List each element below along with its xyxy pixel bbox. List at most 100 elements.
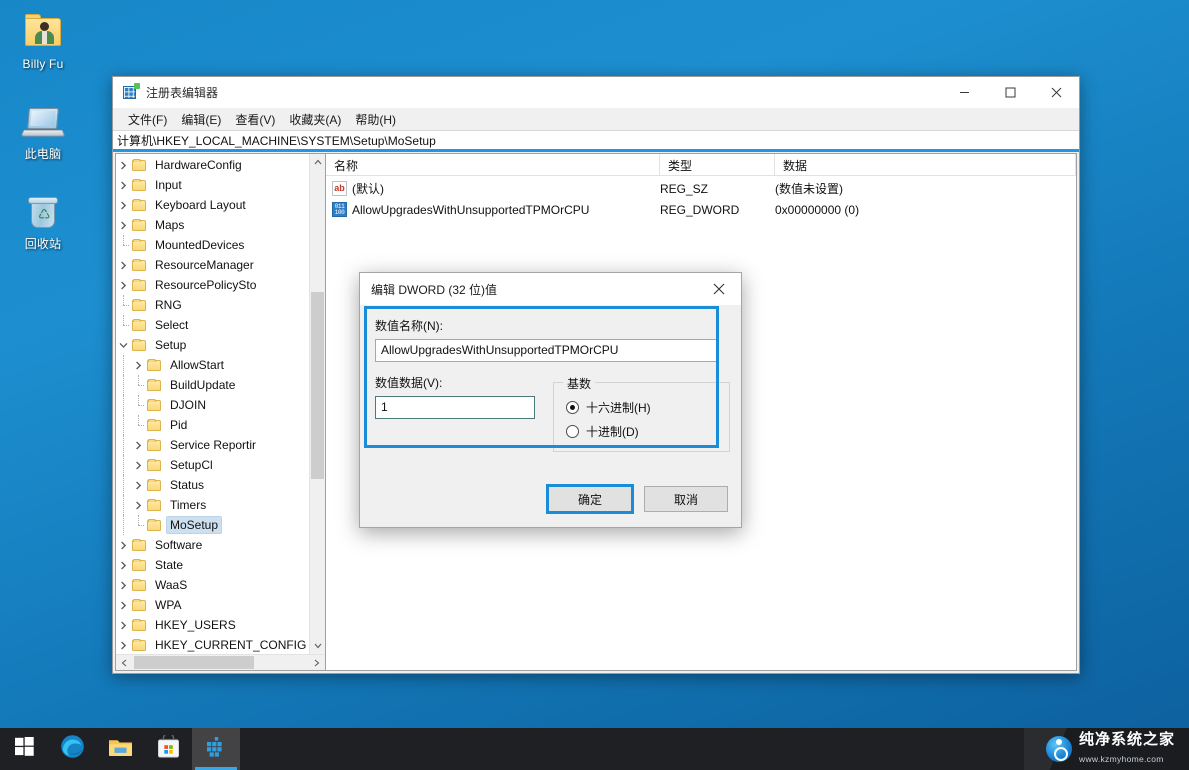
desktop-icon-billy-fu[interactable]: Billy Fu <box>0 6 86 88</box>
folder-icon <box>131 578 148 592</box>
tree-item-label: RNG <box>155 298 182 312</box>
column-header-type[interactable]: 类型 <box>660 154 775 176</box>
tree-item-maps[interactable]: Maps <box>116 215 309 235</box>
menu-bar: 文件(F) 编辑(E) 查看(V) 收藏夹(A) 帮助(H) <box>113 108 1079 130</box>
tree-item-pid[interactable]: Pid <box>116 415 309 435</box>
tree-item-wpa[interactable]: WPA <box>116 595 309 615</box>
chevron-right-icon[interactable] <box>116 175 131 195</box>
registry-editor-button[interactable] <box>192 728 240 770</box>
chevron-right-icon[interactable] <box>116 595 131 615</box>
value-row[interactable]: (默认) REG_SZ (数值未设置) <box>326 178 1076 199</box>
tree-item-state[interactable]: State <box>116 555 309 575</box>
ok-button[interactable]: 确定 <box>546 484 634 514</box>
tree-item-input[interactable]: Input <box>116 175 309 195</box>
tree-item-waas[interactable]: WaaS <box>116 575 309 595</box>
dialog-title-bar[interactable]: 编辑 DWORD (32 位)值 <box>360 273 741 305</box>
chevron-right-icon[interactable] <box>116 575 131 595</box>
tree-item-hardwareconfig[interactable]: HardwareConfig <box>116 155 309 175</box>
value-data-label: 数值数据(V): <box>375 376 443 390</box>
tree-item-timers[interactable]: Timers <box>116 495 309 515</box>
tree-item-allowstart[interactable]: AllowStart <box>116 355 309 375</box>
window-title-bar[interactable]: 注册表编辑器 <box>113 77 1079 108</box>
chevron-right-icon[interactable] <box>116 155 131 175</box>
chevron-right-icon[interactable] <box>131 435 146 455</box>
menu-favorites[interactable]: 收藏夹(A) <box>282 109 348 130</box>
chevron-right-icon[interactable] <box>131 475 146 495</box>
tree-connector <box>116 475 131 495</box>
column-header-name[interactable]: 名称 <box>326 154 660 176</box>
tree-item-status[interactable]: Status <box>116 475 309 495</box>
tree-item-buildupdate[interactable]: BuildUpdate <box>116 375 309 395</box>
value-name-input[interactable]: AllowUpgradesWithUnsupportedTPMOrCPU <box>375 339 719 362</box>
chevron-right-icon[interactable] <box>116 275 131 295</box>
scroll-up-icon[interactable] <box>310 154 325 170</box>
address-bar[interactable]: 计算机\HKEY_LOCAL_MACHINE\SYSTEM\Setup\MoSe… <box>113 130 1079 152</box>
tree-item-mosetup[interactable]: MoSetup <box>116 515 309 535</box>
chevron-right-icon[interactable] <box>116 555 131 575</box>
watermark-logo-icon <box>1046 736 1072 762</box>
tree-item-djoin[interactable]: DJOIN <box>116 395 309 415</box>
tree-item-hkey-users[interactable]: HKEY_USERS <box>116 615 309 635</box>
tree-scroll-track[interactable] <box>310 170 325 638</box>
value-type: REG_DWORD <box>660 202 740 217</box>
tree-hscroll-track[interactable] <box>132 655 309 670</box>
chevron-right-icon[interactable] <box>131 355 146 375</box>
scroll-down-icon[interactable] <box>310 638 325 654</box>
tree-item-rng[interactable]: RNG <box>116 295 309 315</box>
desktop-icon-area: Billy Fu 此电脑 ♺ 回收站 <box>0 6 86 268</box>
chevron-right-icon[interactable] <box>131 495 146 515</box>
menu-file[interactable]: 文件(F) <box>121 109 174 130</box>
value-name-label: 数值名称(N): <box>375 319 443 333</box>
desktop-icon-recycle-bin[interactable]: ♺ 回收站 <box>0 186 86 268</box>
file-explorer-button[interactable] <box>96 728 144 770</box>
value-data-input[interactable]: 1 <box>375 396 535 419</box>
tree-item-setupcl[interactable]: SetupCl <box>116 455 309 475</box>
tree-item-setup[interactable]: Setup <box>116 335 309 355</box>
folder-icon <box>146 438 163 452</box>
cancel-button-label: 取消 <box>673 492 698 507</box>
tree-item-mounteddevices[interactable]: MountedDevices <box>116 235 309 255</box>
maximize-button[interactable] <box>987 77 1033 108</box>
start-button[interactable] <box>0 728 48 770</box>
chevron-right-icon[interactable] <box>116 195 131 215</box>
edge-button[interactable] <box>48 728 96 770</box>
microsoft-store-button[interactable] <box>144 728 192 770</box>
minimize-button[interactable] <box>941 77 987 108</box>
menu-help[interactable]: 帮助(H) <box>348 109 403 130</box>
chevron-right-icon[interactable] <box>116 635 131 654</box>
dialog-close-button[interactable] <box>697 273 741 305</box>
tree-item-resourcepolicysto[interactable]: ResourcePolicySto <box>116 275 309 295</box>
chevron-right-icon[interactable] <box>131 455 146 475</box>
chevron-right-icon[interactable] <box>116 255 131 275</box>
column-header-data[interactable]: 数据 <box>775 154 1076 176</box>
windows-logo-icon <box>14 737 34 761</box>
chevron-right-icon[interactable] <box>116 215 131 235</box>
scroll-right-icon[interactable] <box>309 655 325 670</box>
tree-item-resourcemanager[interactable]: ResourceManager <box>116 255 309 275</box>
registry-tree[interactable]: HardwareConfig Input Keyboard Layout Maps Mo… <box>116 154 309 654</box>
folder-icon <box>131 178 148 192</box>
tree-item-software[interactable]: Software <box>116 535 309 555</box>
tree-item-label: HardwareConfig <box>155 158 242 172</box>
menu-edit[interactable]: 编辑(E) <box>174 109 228 130</box>
desktop-icon-this-pc[interactable]: 此电脑 <box>0 96 86 178</box>
tree-horizontal-scrollbar[interactable] <box>116 654 325 670</box>
menu-view[interactable]: 查看(V) <box>228 109 282 130</box>
tree-item-service-reportir[interactable]: Service Reportir <box>116 435 309 455</box>
chevron-right-icon[interactable] <box>116 535 131 555</box>
tree-scroll-thumb[interactable] <box>311 291 324 479</box>
tree-item-select[interactable]: Select <box>116 315 309 335</box>
tree-hscroll-thumb[interactable] <box>134 656 254 669</box>
chevron-down-icon[interactable] <box>116 335 131 355</box>
taskbar <box>0 728 1189 770</box>
value-row[interactable]: AllowUpgradesWithUnsupportedTPMOrCPU REG_… <box>326 199 1076 220</box>
scroll-left-icon[interactable] <box>116 655 132 670</box>
chevron-right-icon[interactable] <box>116 615 131 635</box>
cancel-button[interactable]: 取消 <box>644 486 728 512</box>
tree-item-keyboard-layout[interactable]: Keyboard Layout <box>116 195 309 215</box>
radio-decimal[interactable]: 十进制(D) <box>566 419 729 443</box>
radio-hexadecimal[interactable]: 十六进制(H) <box>566 395 729 419</box>
tree-vertical-scrollbar[interactable] <box>309 154 325 654</box>
close-button[interactable] <box>1033 77 1079 108</box>
tree-item-hkey-current-config[interactable]: HKEY_CURRENT_CONFIG <box>116 635 309 654</box>
